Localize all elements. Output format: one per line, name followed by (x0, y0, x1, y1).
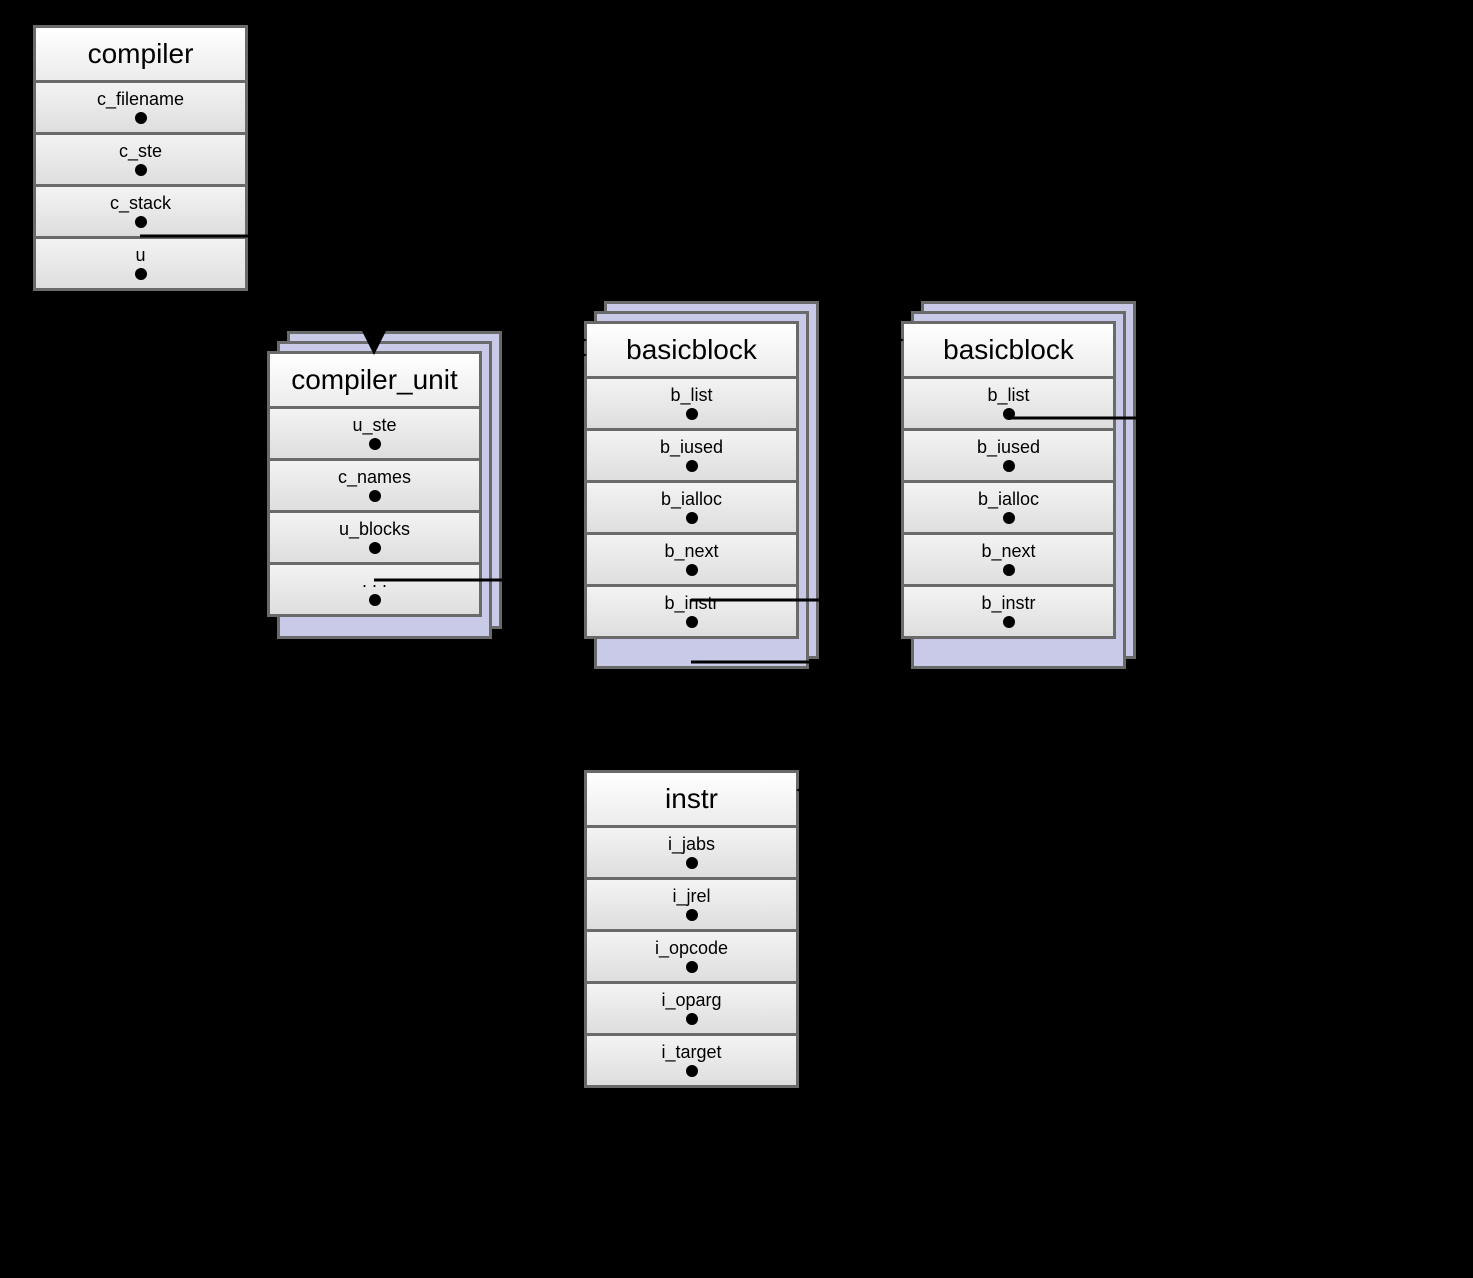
field-b-next: b_next (904, 535, 1113, 587)
dot-icon (1003, 408, 1015, 420)
field-b-next: b_next (587, 535, 796, 587)
dot-icon (686, 1013, 698, 1025)
struct-basicblock-1: basicblock b_list b_iused b_ialloc b_nex… (584, 321, 799, 639)
dot-icon (686, 961, 698, 973)
field-c-names: c_names (270, 461, 479, 513)
dot-icon (369, 490, 381, 502)
struct-basicblock-2: basicblock b_list b_iused b_ialloc b_nex… (901, 321, 1116, 639)
struct-instr: instr i_jabs i_jrel i_opcode i_oparg i_t… (584, 770, 799, 1088)
dot-icon (686, 512, 698, 524)
field-b-instr: b_instr (904, 587, 1113, 636)
field-b-ialloc: b_ialloc (587, 483, 796, 535)
dot-icon (1003, 512, 1015, 524)
dot-icon (135, 268, 147, 280)
field-u-ste: u_ste (270, 409, 479, 461)
struct-title: basicblock (904, 324, 1113, 379)
field-ellipsis: . . . (270, 565, 479, 614)
dot-icon (135, 216, 147, 228)
dot-icon (686, 564, 698, 576)
field-i-oparg: i_oparg (587, 984, 796, 1036)
field-c-stack: c_stack (36, 187, 245, 239)
dot-icon (1003, 564, 1015, 576)
dot-icon (369, 438, 381, 450)
dot-icon (135, 112, 147, 124)
field-u-blocks: u_blocks (270, 513, 479, 565)
struct-title: basicblock (587, 324, 796, 379)
dot-icon (1003, 616, 1015, 628)
dot-icon (686, 460, 698, 472)
field-i-jrel: i_jrel (587, 880, 796, 932)
field-b-ialloc: b_ialloc (904, 483, 1113, 535)
field-b-list: b_list (587, 379, 796, 431)
dot-icon (686, 857, 698, 869)
dot-icon (369, 594, 381, 606)
field-i-opcode: i_opcode (587, 932, 796, 984)
field-b-instr: b_instr (587, 587, 796, 636)
field-b-iused: b_iused (904, 431, 1113, 483)
field-c-filename: c_filename (36, 83, 245, 135)
field-u: u (36, 239, 245, 288)
struct-title: compiler_unit (270, 354, 479, 409)
dot-icon (686, 616, 698, 628)
struct-title: compiler (36, 28, 245, 83)
dot-icon (686, 408, 698, 420)
struct-compiler-unit: compiler_unit u_ste c_names u_blocks . .… (267, 351, 482, 617)
field-b-iused: b_iused (587, 431, 796, 483)
dot-icon (369, 542, 381, 554)
dot-icon (1003, 460, 1015, 472)
struct-title: instr (587, 773, 796, 828)
dot-icon (135, 164, 147, 176)
field-c-ste: c_ste (36, 135, 245, 187)
field-b-list: b_list (904, 379, 1113, 431)
dot-icon (686, 1065, 698, 1077)
field-i-target: i_target (587, 1036, 796, 1085)
field-i-jabs: i_jabs (587, 828, 796, 880)
diagram-canvas: compiler c_filename c_ste c_stack u comp… (0, 0, 1473, 1278)
dot-icon (686, 909, 698, 921)
struct-compiler: compiler c_filename c_ste c_stack u (33, 25, 248, 291)
